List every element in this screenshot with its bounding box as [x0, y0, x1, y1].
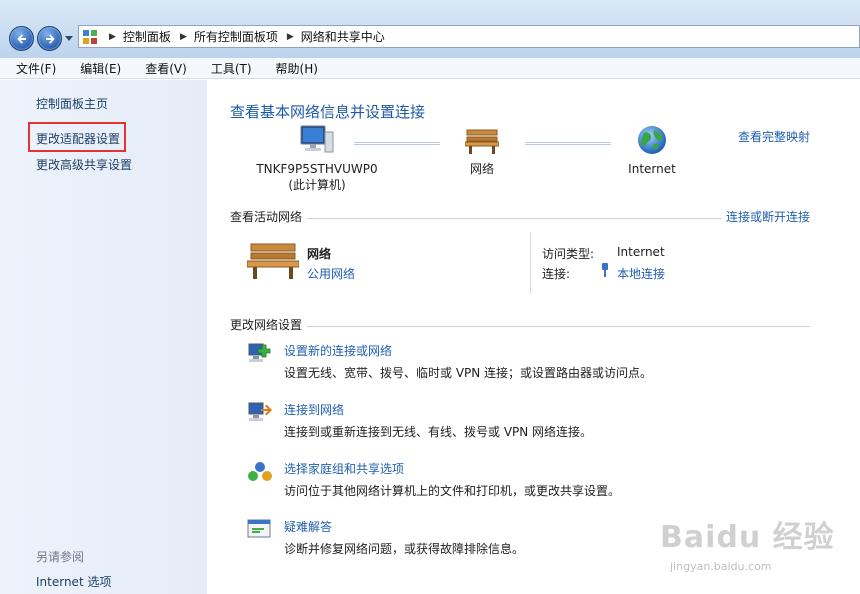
vertical-divider [530, 232, 531, 294]
watermark: Baidu 经验 jingyan.baidu.com [660, 500, 860, 594]
address-bar[interactable]: ▶ 控制面板 ▶ 所有控制面板项 ▶ 网络和共享中心 [78, 25, 860, 48]
connections-label: 连接: [542, 267, 571, 281]
menu-tools[interactable]: 工具(T) [205, 60, 258, 77]
menu-help[interactable]: 帮助(H) [270, 60, 324, 77]
ethernet-icon [602, 263, 608, 277]
internet-label: Internet [628, 162, 676, 176]
section-divider [307, 218, 722, 219]
breadcrumb-separator[interactable]: ▶ [287, 32, 294, 42]
change-settings-heading: 更改网络设置 [230, 318, 303, 332]
globe-icon [638, 126, 666, 154]
computer-subtitle: (此计算机) [288, 178, 346, 192]
back-button[interactable] [9, 26, 34, 51]
map-node-network: 网络 [452, 128, 512, 177]
map-connection-line [354, 142, 440, 145]
troubleshoot-icon [247, 519, 271, 538]
sidebar-advanced-sharing-settings[interactable]: 更改高级共享设置 [36, 156, 132, 173]
sidebar-see-also-heading: 另请参阅 [36, 550, 85, 564]
page-title: 查看基本网络信息并设置连接 [230, 103, 426, 121]
address-toolbar: ▶ 控制面板 ▶ 所有控制面板项 ▶ 网络和共享中心 [0, 0, 860, 58]
menu-file[interactable]: 文件(F) [10, 60, 62, 77]
sidebar-change-adapter-settings[interactable]: 更改适配器设置 [36, 130, 120, 147]
sidebar: 控制面板主页 更改适配器设置 更改高级共享设置 另请参阅 Internet 选项 [0, 80, 207, 594]
forward-button[interactable] [37, 26, 62, 51]
menu-edit[interactable]: 编辑(E) [74, 60, 127, 77]
map-connection-line [525, 142, 611, 145]
access-type-value: Internet [617, 245, 665, 259]
local-connection-link[interactable]: 本地连接 [617, 265, 665, 282]
bench-icon [465, 129, 499, 154]
task-description: 连接到或重新连接到无线、有线、拨号或 VPN 网络连接。 [284, 425, 593, 439]
menu-bar: 文件(F) 编辑(E) 查看(V) 工具(T) 帮助(H) [0, 58, 860, 79]
breadcrumb-all-items[interactable]: 所有控制面板项 [194, 28, 278, 45]
network-label: 网络 [469, 162, 494, 176]
control-panel-icon [83, 29, 97, 44]
task-description: 设置无线、宽带、拨号、临时或 VPN 连接；或设置路由器或访问点。 [284, 366, 653, 380]
bench-icon [247, 243, 299, 279]
breadcrumb-separator[interactable]: ▶ [109, 32, 116, 42]
homegroup-sharing-link[interactable]: 选择家庭组和共享选项 [284, 460, 404, 477]
active-networks-heading: 查看活动网络 [230, 210, 303, 224]
computer-icon [300, 125, 334, 153]
breadcrumb-control-panel[interactable]: 控制面板 [123, 28, 171, 45]
homegroup-icon [248, 462, 272, 481]
network-type-link[interactable]: 公用网络 [307, 265, 355, 282]
connect-disconnect-link[interactable]: 连接或断开连接 [726, 208, 810, 225]
map-node-computer: TNKF9P5STHVUWP0 (此计算机) [247, 124, 387, 193]
menu-view[interactable]: 查看(V) [139, 60, 193, 77]
task-description: 访问位于其他网络计算机上的文件和打印机，或更改共享设置。 [284, 484, 621, 498]
connect-network-icon [248, 402, 272, 421]
arrow-left-icon [17, 34, 26, 44]
active-network-name: 网络 [307, 247, 332, 261]
view-full-map-link[interactable]: 查看完整映射 [738, 128, 810, 145]
troubleshoot-link[interactable]: 疑难解答 [284, 518, 332, 535]
computer-name: TNKF9P5STHVUWP0 [256, 162, 378, 176]
watermark-url: jingyan.baidu.com [670, 560, 772, 573]
baidu-logo: Baidu 经验 [660, 520, 835, 555]
new-connection-icon [248, 343, 271, 362]
recent-pages-dropdown[interactable] [64, 33, 74, 43]
setup-new-connection-link[interactable]: 设置新的连接或网络 [284, 342, 392, 359]
arrow-right-icon [46, 34, 55, 44]
sidebar-internet-options[interactable]: Internet 选项 [36, 573, 111, 590]
access-type-label: 访问类型: [542, 247, 595, 261]
connect-to-network-link[interactable]: 连接到网络 [284, 401, 344, 418]
breadcrumb-separator[interactable]: ▶ [180, 32, 187, 42]
breadcrumb-network-center[interactable]: 网络和共享中心 [301, 28, 385, 45]
task-description: 诊断并修复网络问题，或获得故障排除信息。 [284, 542, 525, 556]
section-divider [307, 326, 810, 327]
map-node-internet: Internet [617, 124, 687, 176]
sidebar-control-panel-home[interactable]: 控制面板主页 [36, 95, 108, 112]
